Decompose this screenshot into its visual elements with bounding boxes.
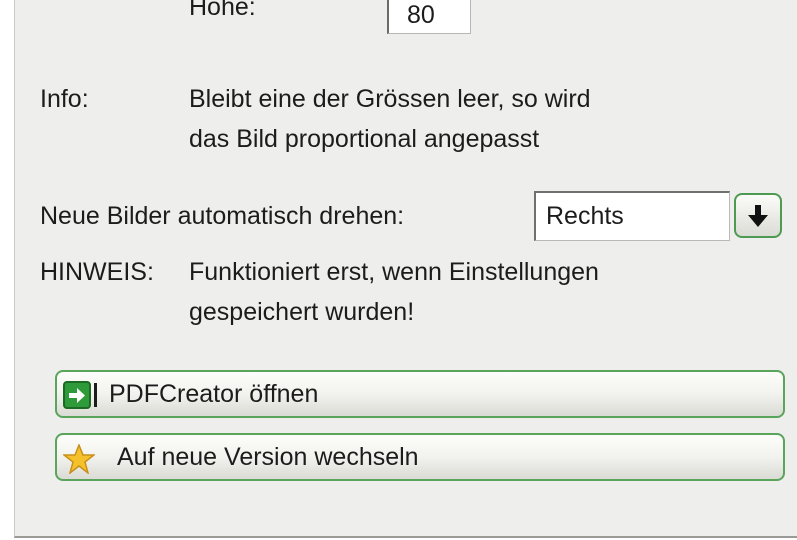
window-frame: Höhe: 80 Info: Bleibt eine der Grössen l… [0, 0, 797, 540]
rotate-select[interactable]: Rechts [534, 191, 730, 241]
info-label: Info: [40, 85, 89, 113]
rotate-select-value: Rechts [546, 202, 624, 230]
hinweis-text-line1: Funktioniert erst, wenn Einstellungen [189, 258, 599, 286]
rotate-dropdown-button[interactable] [734, 193, 782, 238]
arrow-down-icon [748, 205, 768, 227]
hinweis-text-line2: gespeichert wurden! [189, 298, 415, 326]
update-version-label: Auf neue Version wechseln [117, 443, 419, 471]
hoehe-label: Höhe: [189, 0, 256, 21]
open-pdfcreator-button[interactable]: PDFCreator öffnen [55, 370, 785, 418]
open-pdfcreator-label: PDFCreator öffnen [109, 380, 319, 408]
hinweis-label: HINWEIS: [40, 258, 154, 286]
hoehe-input-value: 80 [407, 1, 435, 29]
rotate-label: Neue Bilder automatisch drehen: [40, 202, 405, 230]
star-icon [63, 444, 95, 474]
info-text-line2: das Bild proportional angepasst [189, 125, 540, 153]
update-version-button[interactable]: Auf neue Version wechseln [55, 433, 785, 481]
open-app-icon [63, 381, 97, 409]
hoehe-input[interactable]: 80 [387, 0, 471, 34]
settings-panel: Höhe: 80 Info: Bleibt eine der Grössen l… [14, 0, 797, 538]
info-text-line1: Bleibt eine der Grössen leer, so wird [189, 85, 591, 113]
